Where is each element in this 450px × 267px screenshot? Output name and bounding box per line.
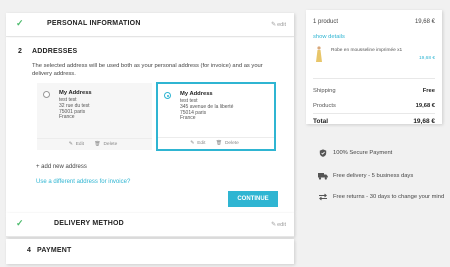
address-line: France bbox=[180, 115, 196, 122]
divider bbox=[313, 78, 435, 79]
address-card[interactable]: My Address test test 32 rue du test 7500… bbox=[37, 83, 152, 150]
checkmark-icon: ✓ bbox=[16, 18, 24, 28]
product-name: Robe en mousseline imprimée x1 bbox=[331, 48, 403, 53]
address-actions: ✎ Edit 🗑 Delete bbox=[158, 137, 274, 146]
step-header: 2 ADDRESSES bbox=[6, 38, 294, 62]
total-label: Total bbox=[313, 118, 329, 125]
pencil-icon: ✎ bbox=[271, 222, 277, 228]
address-radio[interactable] bbox=[43, 91, 50, 98]
address-delete-link[interactable]: 🗑 Delete bbox=[216, 141, 242, 146]
address-edit-link[interactable]: ✎ Edit bbox=[190, 141, 208, 146]
step-addresses: 2 ADDRESSES The selected address will be… bbox=[6, 38, 294, 213]
shipping-value: Free bbox=[422, 88, 435, 94]
step-personal-information[interactable]: ✓ PERSONAL INFORMATION ✎edit bbox=[6, 13, 294, 38]
cart-summary: 1 product 19,68 € show details Robe en m… bbox=[306, 10, 442, 125]
show-details-link[interactable]: show details bbox=[313, 34, 345, 40]
product-thumbnail bbox=[316, 46, 322, 62]
address-edit-link[interactable]: ✎ Edit bbox=[69, 142, 87, 147]
checkout-steps: ✓ PERSONAL INFORMATION ✎edit 2 ADDRESSES… bbox=[6, 6, 294, 264]
step-title: ADDRESSES bbox=[32, 48, 78, 55]
products-value: 19,68 € bbox=[415, 103, 435, 109]
checkmark-icon: ✓ bbox=[16, 218, 24, 228]
reassurance-secure-payment: 100% Secure Payment bbox=[333, 150, 393, 156]
address-name: My Address bbox=[59, 90, 92, 96]
step-delivery-method[interactable]: ✓ DELIVERY METHOD ✎edit bbox=[6, 213, 294, 237]
address-name: My Address bbox=[180, 91, 213, 97]
step-payment: 4 PAYMENT bbox=[6, 239, 294, 264]
shipping-row: Shipping Free bbox=[313, 88, 435, 94]
step-header: 4 PAYMENT bbox=[6, 239, 294, 263]
address-lines: test test 345 avenue de la liberté 75014… bbox=[180, 98, 233, 122]
step-number: 2 bbox=[18, 48, 22, 55]
step-title: PAYMENT bbox=[37, 247, 72, 254]
total-value: 19,68 € bbox=[413, 118, 435, 125]
step-title: DELIVERY METHOD bbox=[54, 220, 124, 227]
address-actions: ✎ Edit 🗑 Delete bbox=[37, 138, 152, 147]
step-number: 4 bbox=[27, 247, 31, 254]
products-row: Products 19,68 € bbox=[313, 103, 435, 109]
product-price: 19,68 € bbox=[418, 56, 435, 61]
address-line: France bbox=[59, 114, 75, 121]
product-count: 1 product bbox=[313, 19, 339, 25]
step-header[interactable]: ✓ DELIVERY METHOD ✎edit bbox=[6, 213, 294, 237]
truck-icon bbox=[318, 173, 328, 180]
addresses-intro: The selected address will be used both a… bbox=[32, 63, 263, 77]
edit-link[interactable]: ✎edit bbox=[271, 221, 286, 228]
pencil-icon: ✎ bbox=[271, 22, 277, 28]
address-lines: test test 32 rue du test 75001 paris Fra… bbox=[59, 97, 90, 121]
continue-button[interactable]: CONTINUE bbox=[228, 191, 278, 207]
edit-link[interactable]: ✎edit bbox=[271, 21, 286, 28]
address-radio-selected[interactable] bbox=[164, 92, 171, 99]
step-title: PERSONAL INFORMATION bbox=[47, 20, 141, 27]
shipping-label: Shipping bbox=[313, 88, 336, 94]
add-new-address-link[interactable]: + add new address bbox=[36, 164, 87, 170]
step-header[interactable]: ✓ PERSONAL INFORMATION ✎edit bbox=[6, 13, 294, 37]
address-card-selected[interactable]: My Address test test 345 avenue de la li… bbox=[156, 82, 276, 151]
reassurance-free-returns: Free returns - 30 days to change your mi… bbox=[333, 194, 445, 200]
different-invoice-address-link[interactable]: Use a different address for invoice? bbox=[36, 179, 130, 185]
reassurance-free-delivery: Free delivery - 5 business days bbox=[333, 173, 414, 179]
product-count-total: 19,68 € bbox=[414, 19, 435, 25]
products-label: Products bbox=[313, 103, 336, 109]
divider bbox=[313, 113, 435, 114]
return-arrows-icon bbox=[319, 193, 327, 201]
address-delete-link[interactable]: 🗑 Delete bbox=[94, 142, 120, 147]
total-row: Total 19,68 € bbox=[313, 118, 435, 125]
shield-icon bbox=[319, 149, 327, 157]
